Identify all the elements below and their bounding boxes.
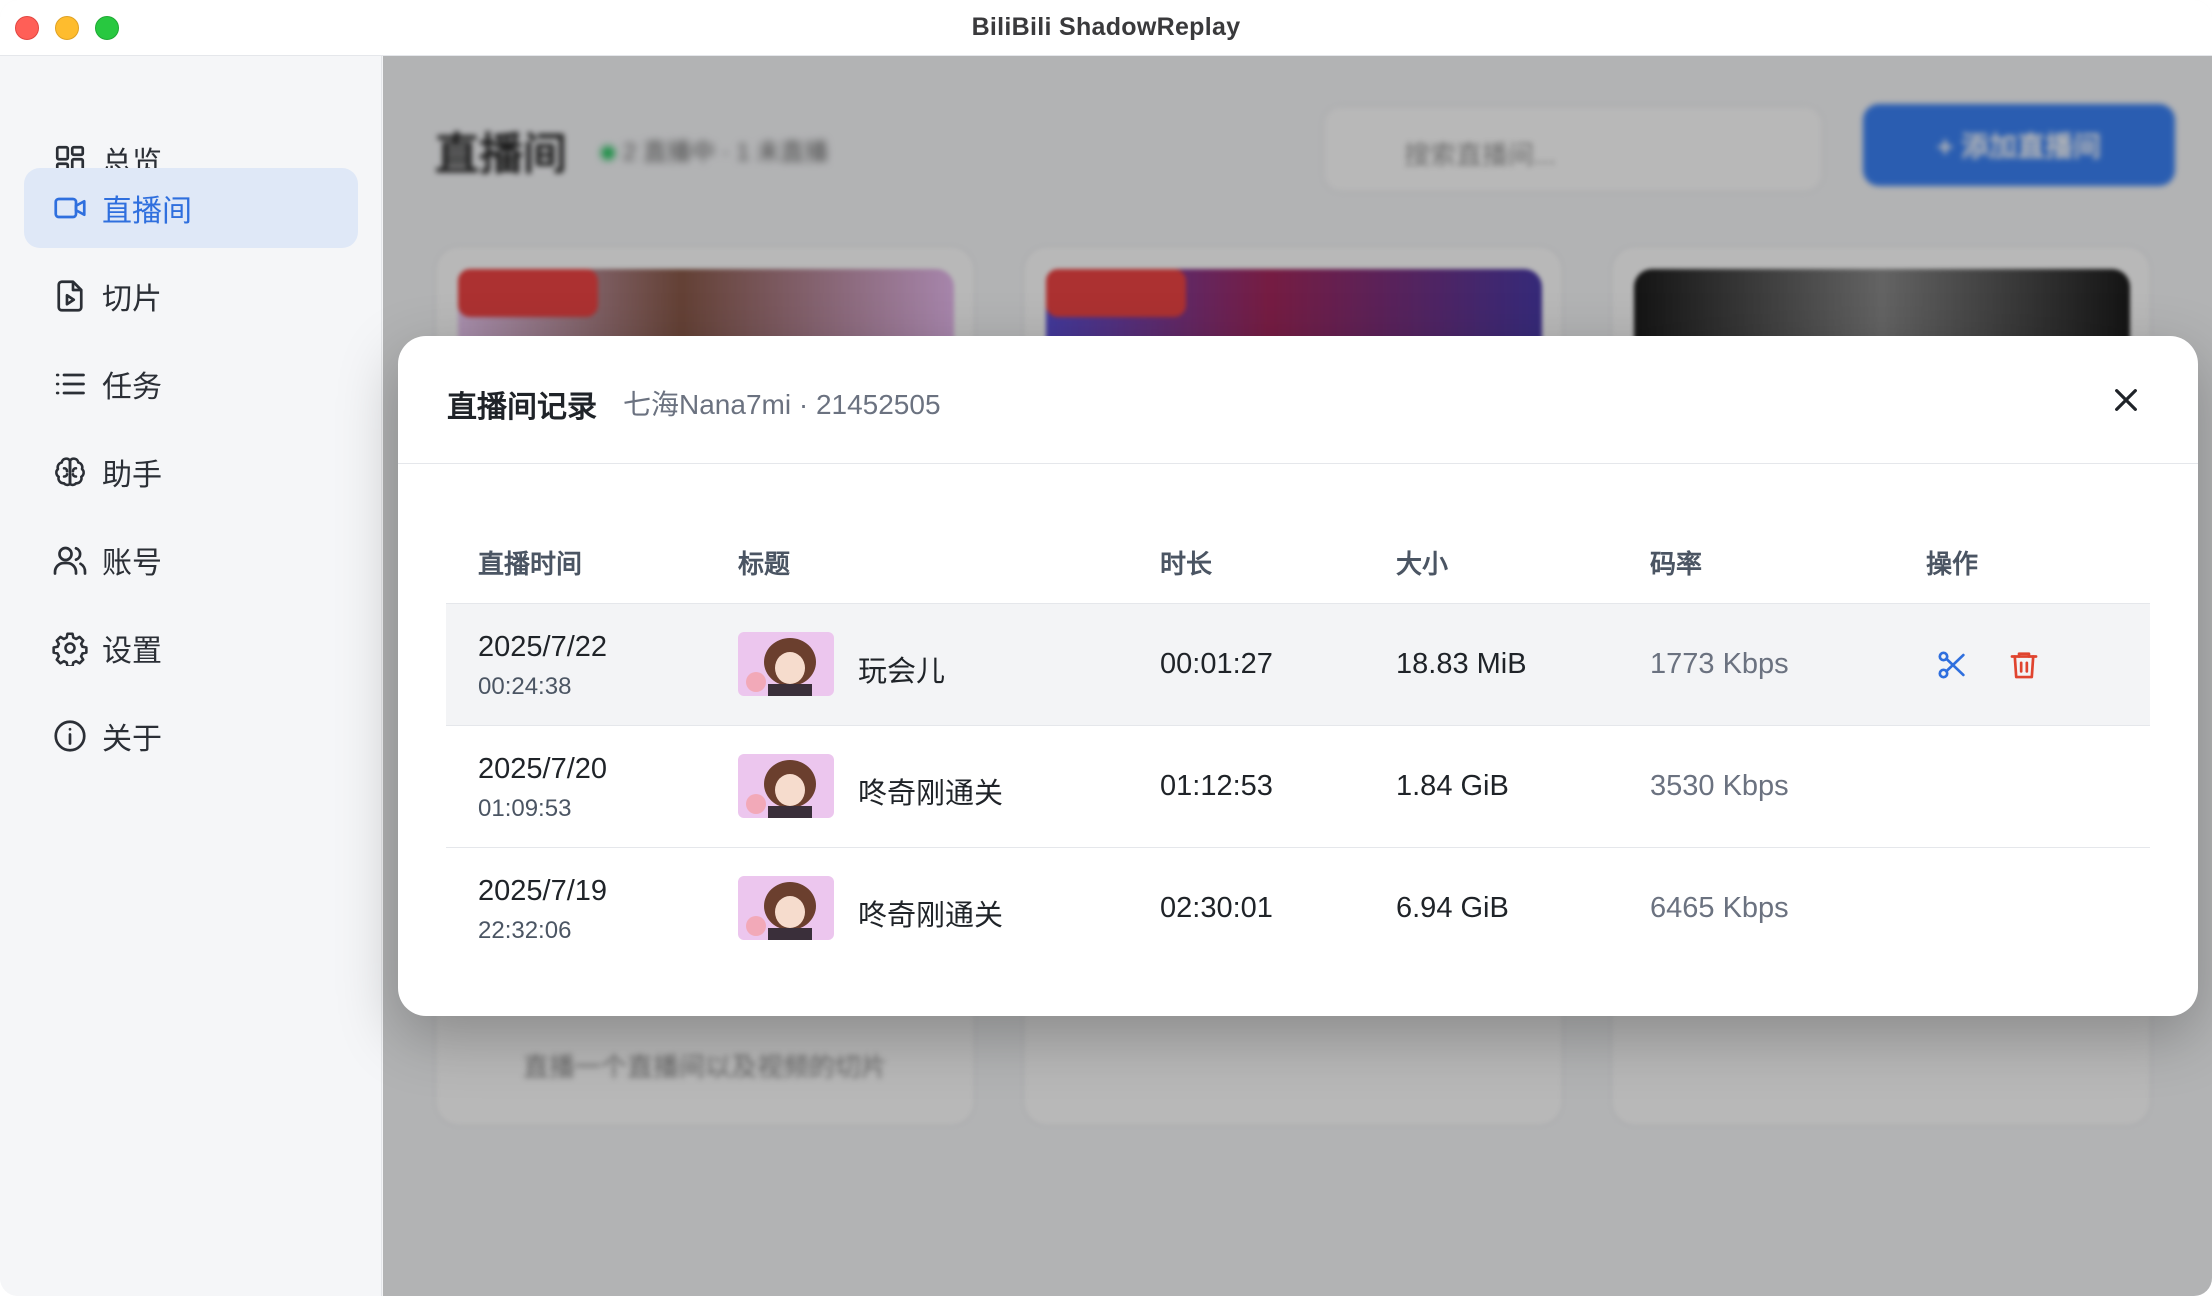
gear-icon bbox=[50, 628, 90, 668]
app-window: BiliBili ShadowReplay 总览 直播间 切片 任务 助手 账号… bbox=[0, 0, 2212, 1296]
sidebar-item-label: 助手 bbox=[102, 459, 162, 492]
record-size: 1.84 GiB bbox=[1396, 770, 1509, 802]
sidebar: 总览 直播间 切片 任务 助手 账号 设置 关于 bbox=[0, 56, 382, 1296]
sidebar-item-label: 关于 bbox=[102, 723, 162, 756]
record-size: 18.83 MiB bbox=[1396, 648, 1527, 680]
file-play-icon bbox=[50, 276, 90, 316]
sidebar-item-about[interactable]: 关于 bbox=[24, 696, 358, 776]
record-duration: 00:01:27 bbox=[1160, 648, 1273, 680]
record-date: 2025/7/19 bbox=[478, 875, 608, 907]
delete-button[interactable] bbox=[2004, 645, 2044, 685]
table-row[interactable]: 2025/7/22 00:24:38 玩会儿 00:01:27 18.83 Mi… bbox=[446, 604, 2150, 726]
record-bitrate: 1773 Kbps bbox=[1650, 648, 1789, 680]
live-records-modal: 直播间记录 七海Nana7mi · 21452505 直播时间 标题 时长 大小… bbox=[398, 336, 2198, 1016]
sidebar-item-tasks[interactable]: 任务 bbox=[24, 344, 358, 424]
column-header-actions: 操作 bbox=[1926, 549, 1979, 579]
record-cover-image bbox=[738, 632, 834, 696]
modal-header: 直播间记录 七海Nana7mi · 21452505 bbox=[398, 336, 2198, 464]
record-title: 咚奇刚通关 bbox=[858, 900, 1004, 932]
record-time: 01:09:53 bbox=[478, 795, 572, 822]
sidebar-item-assistant[interactable]: 助手 bbox=[24, 432, 358, 512]
record-cover-image bbox=[738, 754, 834, 818]
list-icon bbox=[50, 364, 90, 404]
record-size: 6.94 GiB bbox=[1396, 892, 1509, 924]
close-button[interactable] bbox=[2104, 378, 2148, 422]
sidebar-item-label: 切片 bbox=[102, 283, 162, 316]
info-icon bbox=[50, 716, 90, 756]
clip-button[interactable] bbox=[1932, 645, 1972, 685]
brain-icon bbox=[50, 452, 90, 492]
sidebar-item-accounts[interactable]: 账号 bbox=[24, 520, 358, 600]
modal-title: 直播间记录 bbox=[447, 391, 597, 424]
close-icon bbox=[2115, 389, 2137, 411]
users-icon bbox=[50, 540, 90, 580]
record-bitrate: 6465 Kbps bbox=[1650, 892, 1789, 924]
record-duration: 02:30:01 bbox=[1160, 892, 1273, 924]
video-camera-icon bbox=[50, 188, 90, 228]
table-header: 直播时间 标题 时长 大小 码率 操作 bbox=[446, 524, 2150, 604]
column-header-duration: 时长 bbox=[1160, 549, 1213, 579]
record-title: 咚奇刚通关 bbox=[858, 778, 1004, 810]
record-time: 22:32:06 bbox=[478, 917, 572, 944]
record-date: 2025/7/22 bbox=[478, 631, 608, 663]
trash-icon bbox=[2010, 652, 2038, 679]
modal-subtitle: 七海Nana7mi · 21452505 bbox=[623, 389, 941, 420]
sidebar-item-settings[interactable]: 设置 bbox=[24, 608, 358, 688]
column-header-size: 大小 bbox=[1396, 549, 1449, 579]
sidebar-item-label: 账号 bbox=[102, 547, 162, 580]
app-title: BiliBili ShadowReplay bbox=[971, 13, 1241, 41]
sidebar-item-label: 设置 bbox=[102, 635, 162, 668]
sidebar-item-live-rooms[interactable]: 直播间 bbox=[24, 168, 358, 248]
title-bar: BiliBili ShadowReplay bbox=[0, 0, 2212, 56]
record-date: 2025/7/20 bbox=[478, 753, 608, 785]
table-row[interactable]: 2025/7/20 01:09:53 咚奇刚通关 01:12:53 1.84 G… bbox=[446, 726, 2150, 848]
table-row[interactable]: 2025/7/19 22:32:06 咚奇刚通关 02:30:01 6.94 G… bbox=[446, 848, 2150, 970]
record-cover-image bbox=[738, 876, 834, 940]
sidebar-item-label: 直播间 bbox=[102, 195, 192, 228]
records-table: 直播时间 标题 时长 大小 码率 操作 2025/7/22 00:24:38 玩… bbox=[446, 524, 2150, 970]
record-time: 00:24:38 bbox=[478, 673, 572, 700]
record-bitrate: 3530 Kbps bbox=[1650, 770, 1789, 802]
sidebar-item-label: 任务 bbox=[102, 371, 162, 404]
record-title: 玩会儿 bbox=[858, 656, 946, 688]
column-header-bitrate: 码率 bbox=[1650, 549, 1703, 579]
sidebar-item-clips[interactable]: 切片 bbox=[24, 256, 358, 336]
column-header-title: 标题 bbox=[738, 549, 791, 579]
column-header-time: 直播时间 bbox=[478, 549, 583, 579]
scissors-icon bbox=[1938, 651, 1965, 679]
record-duration: 01:12:53 bbox=[1160, 770, 1273, 802]
